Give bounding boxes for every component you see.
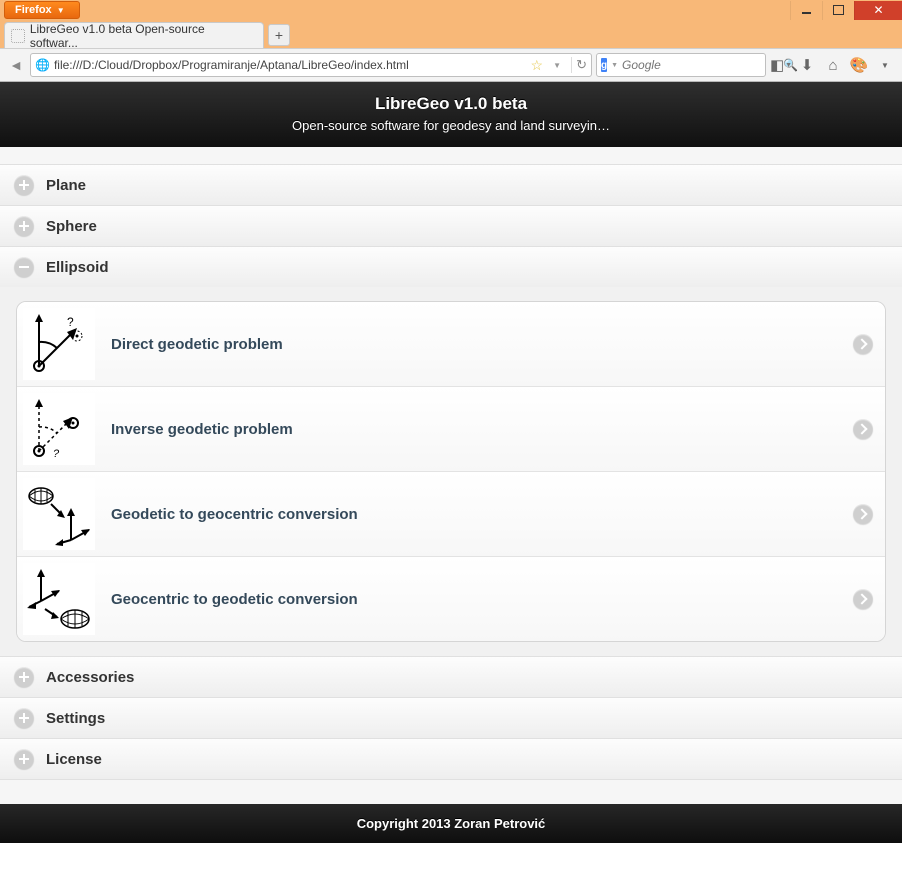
plus-icon [14,708,34,728]
chevron-right-icon [853,504,873,524]
chevron-down-icon[interactable]: ▼ [547,55,567,75]
accordion-item-plane: Plane [0,164,902,206]
chevron-right-icon [853,589,873,609]
tab-title: LibreGeo v1.0 beta Open-source softwar..… [30,22,253,50]
page-title: LibreGeo v1.0 beta [10,94,892,114]
list-item-label: Geocentric to geodetic conversion [111,591,837,608]
new-tab-button[interactable]: + [268,24,290,46]
url-input[interactable] [54,58,527,72]
accordion-label: Ellipsoid [46,259,109,276]
back-button[interactable]: ◄ [6,55,26,75]
chevron-right-icon [853,334,873,354]
footer-text: Copyright 2013 Zoran Petrović [357,816,546,831]
list-item-label: Geodetic to geocentric conversion [111,506,837,523]
viewport: LibreGeo v1.0 beta Open-source software … [0,82,902,878]
firefox-menu-button[interactable]: Firefox ▼ [4,1,80,19]
accordion-item-accessories: Accessories [0,656,902,698]
list-item-geocentric-to-geodetic[interactable]: Geocentric to geodetic conversion [17,556,885,641]
ellipsoid-list: ? Direct geodetic problem [16,301,886,642]
accordion-label: Settings [46,710,105,727]
chevron-down-icon[interactable]: ▼ [611,62,618,69]
accordion-label: Plane [46,177,86,194]
list-item-label: Inverse geodetic problem [111,421,837,438]
downloads-button[interactable]: ⬇ [796,54,818,76]
geodetic-to-geocentric-icon [23,478,95,550]
accordion-header-ellipsoid[interactable]: Ellipsoid [0,247,902,287]
chevron-down-icon[interactable]: ▼ [874,54,896,76]
chevron-down-icon: ▼ [57,6,65,15]
close-button[interactable]: ✕ [854,1,902,20]
accordion-header-sphere[interactable]: Sphere [0,206,902,246]
accordion-body-ellipsoid: ? Direct geodetic problem [0,287,902,656]
favicon-icon [11,29,25,43]
accordion-item-license: License [0,738,902,780]
geocentric-to-geodetic-icon [23,563,95,635]
inverse-geodetic-icon: ? [23,393,95,465]
list-item-inverse-geodetic[interactable]: ? Inverse geodetic problem [17,386,885,471]
plus-icon [14,175,34,195]
home-button[interactable]: ⌂ [822,54,844,76]
chevron-right-icon [853,419,873,439]
accordion-label: License [46,751,102,768]
accordion-header-accessories[interactable]: Accessories [0,657,902,697]
list-item-direct-geodetic[interactable]: ? Direct geodetic problem [17,302,885,386]
google-icon: g [601,58,607,72]
minus-icon [14,257,34,277]
tab-bar: LibreGeo v1.0 beta Open-source softwar..… [0,20,902,48]
accordion-item-ellipsoid: Ellipsoid [0,246,902,657]
nav-toolbar: ◄ 🌐 ☆ ▼ ↻ g ▼ 🔍 ◧▼ ⬇ ⌂ 🎨 ▼ [0,48,902,82]
window-titlebar: Firefox ▼ ✕ [0,0,902,20]
page-header: LibreGeo v1.0 beta Open-source software … [0,82,902,147]
plus-icon [14,749,34,769]
plus-icon [14,667,34,687]
url-bar[interactable]: 🌐 ☆ ▼ ↻ [30,53,592,77]
accordion-header-license[interactable]: License [0,739,902,779]
direct-geodetic-icon: ? [23,308,95,380]
separator [571,57,572,73]
list-item-label: Direct geodetic problem [111,336,837,353]
minimize-button[interactable] [790,1,822,20]
search-box[interactable]: g ▼ 🔍 [596,53,766,77]
bookmarks-button[interactable]: ◧▼ [770,54,792,76]
addon-button[interactable]: 🎨 [848,54,870,76]
firefox-label: Firefox [15,4,52,16]
globe-icon: 🌐 [35,58,50,72]
accordion-label: Sphere [46,218,97,235]
accordion-header-plane[interactable]: Plane [0,165,902,205]
content-area: Plane Sphere Ellipsoid [0,147,902,843]
plus-icon [14,216,34,236]
maximize-button[interactable] [822,1,854,20]
accordion-label: Accessories [46,669,134,686]
search-input[interactable] [622,58,779,72]
accordion-item-sphere: Sphere [0,205,902,247]
accordion-header-settings[interactable]: Settings [0,698,902,738]
window-controls: ✕ [790,1,902,20]
page-footer: Copyright 2013 Zoran Petrović [0,804,902,843]
svg-text:?: ? [67,315,74,329]
page-subtitle: Open-source software for geodesy and lan… [10,118,892,133]
reload-button[interactable]: ↻ [576,57,587,73]
accordion-item-settings: Settings [0,697,902,739]
bookmark-star-icon[interactable]: ☆ [531,57,544,74]
svg-text:?: ? [53,448,60,460]
browser-tab[interactable]: LibreGeo v1.0 beta Open-source softwar..… [4,22,264,48]
list-item-geodetic-to-geocentric[interactable]: Geodetic to geocentric conversion [17,471,885,556]
